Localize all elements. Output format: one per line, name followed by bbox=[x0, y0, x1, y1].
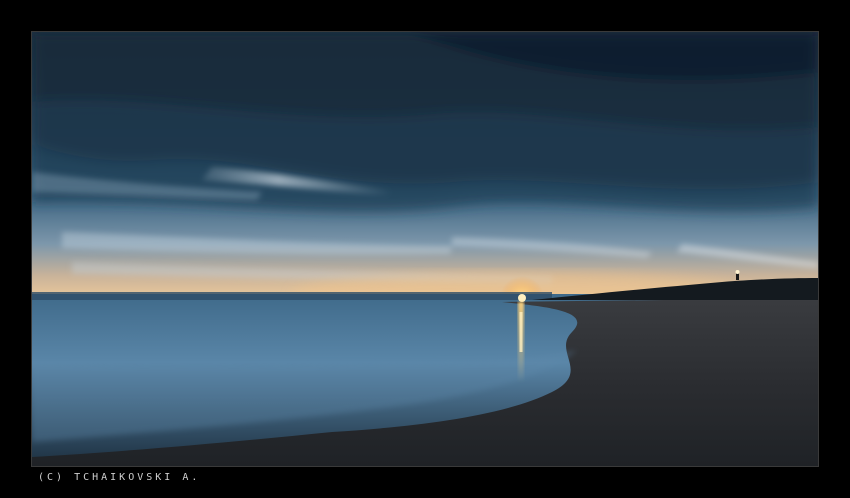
sea-horizon-band bbox=[32, 292, 552, 300]
seascape-photo bbox=[31, 31, 819, 467]
sun bbox=[518, 294, 526, 302]
lighthouse-icon bbox=[735, 270, 740, 280]
photo-frame: (C) TCHAIKOVSKI A. bbox=[0, 0, 850, 498]
photo-credit: (C) TCHAIKOVSKI A. bbox=[38, 472, 201, 483]
photo-canvas bbox=[32, 32, 818, 466]
sun-reflection-core bbox=[519, 312, 523, 352]
